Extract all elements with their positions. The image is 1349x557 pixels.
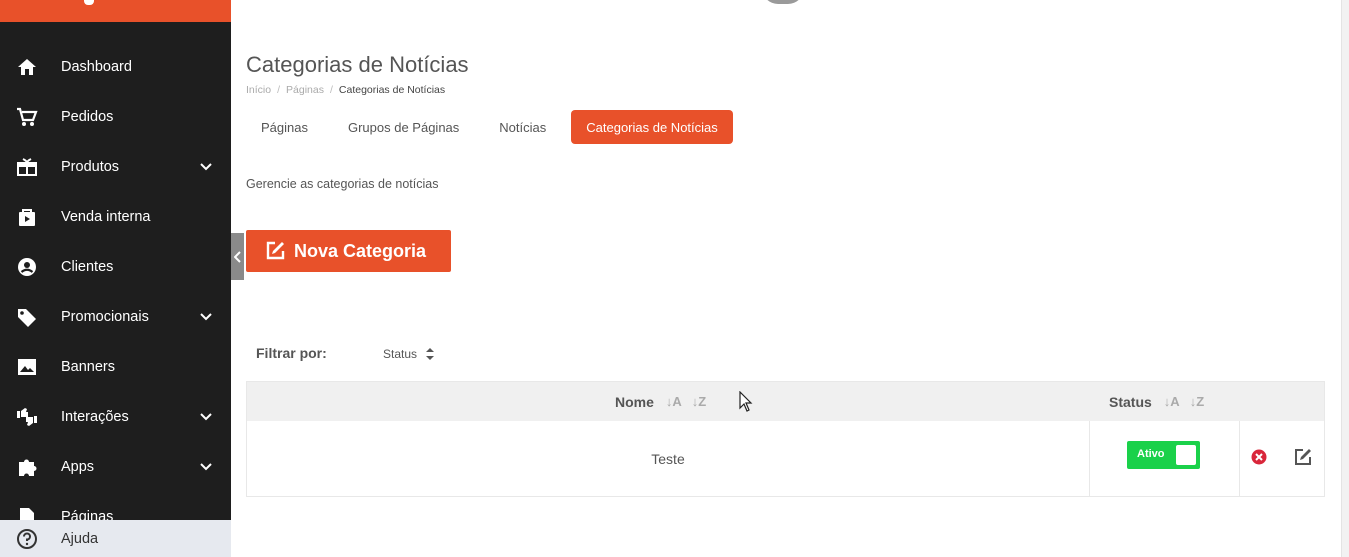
sidebar-item-dashboard[interactable]: Dashboard: [0, 42, 231, 92]
tab-paginas[interactable]: Páginas: [246, 110, 323, 144]
sidebar-item-venda-interna[interactable]: Venda interna: [0, 192, 231, 242]
help-circle-icon: [17, 529, 37, 549]
mouse-cursor-icon: [739, 391, 753, 412]
sidebar-item-label: Promocionais: [61, 309, 149, 325]
chevron-down-icon: [200, 413, 212, 421]
cart-icon: [17, 107, 38, 126]
sidebar-item-paginas[interactable]: Páginas: [0, 492, 231, 520]
toggle-knob: [1176, 445, 1196, 465]
sort-controls: ↓A ↓Z: [1164, 394, 1214, 409]
chevron-down-icon: [200, 163, 212, 171]
sidebar-nav: Dashboard Pedidos Produtos Venda interna…: [0, 42, 231, 520]
sidebar-item-promocionais[interactable]: Promocionais: [0, 292, 231, 342]
sidebar-item-produtos[interactable]: Produtos: [0, 142, 231, 192]
sort-controls: ↓A ↓Z: [666, 394, 716, 409]
breadcrumb-separator: /: [329, 84, 333, 96]
sidebar-item-label: Interações: [61, 409, 129, 425]
chevron-down-icon: [200, 463, 212, 471]
page-description: Gerencie as categorias de notícias: [246, 177, 439, 191]
sort-caret-icon: [426, 348, 435, 360]
edit-icon[interactable]: [1294, 448, 1312, 466]
sidebar-collapse-button[interactable]: [231, 233, 244, 280]
chevron-left-icon: [233, 250, 241, 263]
sort-asc-button[interactable]: ↓A: [1164, 394, 1180, 409]
logo-strip[interactable]: [0, 0, 231, 22]
help-label: Ajuda: [61, 530, 99, 547]
categories-table: Nome ↓A ↓Z Status ↓A ↓Z Teste Ativo: [246, 381, 1325, 497]
column-header-label: Status: [1109, 393, 1152, 410]
cell-divider: [1239, 421, 1240, 496]
chevron-down-icon: [200, 313, 212, 321]
top-spinner-fragment: [762, 0, 804, 4]
edit-square-icon: [266, 241, 285, 260]
tabs: Páginas Grupos de Páginas Notícias Categ…: [246, 110, 743, 145]
sort-asc-button[interactable]: ↓A: [666, 394, 682, 409]
cell-divider: [1089, 421, 1090, 496]
sidebar-item-interacoes[interactable]: Interações: [0, 392, 231, 442]
gift-box-icon: [17, 158, 37, 176]
breadcrumb-item-inicio[interactable]: Início: [246, 84, 271, 96]
sidebar: Dashboard Pedidos Produtos Venda interna…: [0, 0, 231, 557]
sidebar-item-label: Páginas: [61, 509, 114, 520]
column-header-status: Status ↓A ↓Z: [1109, 382, 1214, 421]
document-icon: [20, 508, 34, 520]
sidebar-item-pedidos[interactable]: Pedidos: [0, 92, 231, 142]
sidebar-item-label: Clientes: [61, 259, 114, 275]
scrollbar-track[interactable]: [1341, 0, 1349, 557]
filter-label: Filtrar por:: [256, 345, 327, 361]
user-circle-icon: [18, 258, 36, 276]
tab-noticias[interactable]: Notícias: [484, 110, 561, 144]
new-category-label: Nova Categoria: [294, 240, 427, 261]
sidebar-item-label: Pedidos: [61, 109, 114, 125]
table-row: Teste Ativo: [247, 421, 1324, 496]
tag-icon: [18, 309, 36, 327]
sidebar-item-label: Produtos: [61, 159, 120, 175]
status-filter-select[interactable]: Status: [383, 345, 435, 363]
new-category-button[interactable]: Nova Categoria: [246, 230, 451, 272]
sidebar-item-label: Dashboard: [61, 59, 132, 75]
image-icon: [18, 359, 36, 375]
help-button[interactable]: Ajuda: [0, 520, 231, 557]
sidebar-item-banners[interactable]: Banners: [0, 342, 231, 392]
sidebar-item-label: Venda interna: [61, 209, 151, 225]
shopping-bag-icon: [19, 209, 35, 226]
breadcrumb: Início / Páginas / Categorias de Notícia…: [246, 84, 445, 96]
breadcrumb-item-current: Categorias de Notícias: [338, 84, 446, 96]
breadcrumb-item-paginas[interactable]: Páginas: [286, 84, 324, 96]
tab-categorias-de-noticias[interactable]: Categorias de Notícias: [571, 110, 733, 144]
logo: [84, 0, 94, 5]
sidebar-item-label: Apps: [61, 459, 95, 475]
status-toggle-label: Ativo: [1137, 448, 1165, 460]
home-icon: [18, 59, 36, 75]
table-header: Nome ↓A ↓Z Status ↓A ↓Z: [247, 382, 1324, 421]
thumbs-icon: [17, 408, 37, 426]
tab-grupos-de-paginas[interactable]: Grupos de Páginas: [333, 110, 474, 144]
sidebar-item-label: Banners: [61, 359, 116, 375]
cell-name: Teste: [651, 450, 685, 467]
sidebar-item-clientes[interactable]: Clientes: [0, 242, 231, 292]
puzzle-icon: [19, 459, 37, 476]
sort-desc-button[interactable]: ↓Z: [692, 394, 706, 409]
breadcrumb-separator: /: [277, 84, 281, 96]
status-toggle[interactable]: Ativo: [1127, 441, 1200, 469]
sidebar-item-apps[interactable]: Apps: [0, 442, 231, 492]
status-filter-label: Status: [383, 347, 418, 361]
page-title: Categorias de Notícias: [246, 52, 469, 77]
delete-icon[interactable]: [1251, 449, 1267, 465]
column-header-label: Nome: [615, 393, 654, 410]
column-header-nome: Nome ↓A ↓Z: [615, 382, 716, 421]
sort-desc-button[interactable]: ↓Z: [1190, 394, 1204, 409]
